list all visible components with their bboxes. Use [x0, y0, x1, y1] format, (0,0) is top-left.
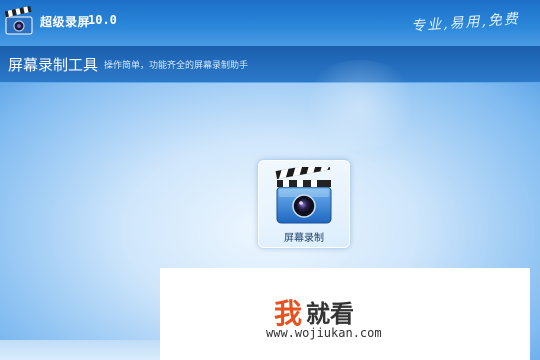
app-title: 超级录屏	[40, 15, 91, 29]
slogan: 专业,易用,免费	[410, 11, 521, 35]
title-bar[interactable]: 超级录屏 10.0 专业,易用,免费	[0, 0, 540, 46]
watermark-url: www.wojiukan.com	[266, 326, 382, 340]
section-header: 屏幕录制工具 操作简单，功能齐全的屏幕录制助手	[0, 46, 540, 83]
watermark-text: 就看	[306, 301, 354, 328]
clapperboard-camera-icon	[275, 167, 332, 224]
background-glow	[300, 60, 420, 150]
screen-record-label: 屏幕录制	[284, 233, 324, 244]
screen-record-button[interactable]: 屏幕录制	[258, 160, 350, 248]
clapperboard-logo-icon	[4, 6, 33, 35]
section-description: 操作简单，功能齐全的屏幕录制助手	[104, 60, 249, 70]
footer-strip	[0, 340, 160, 360]
watermark-overlay: 我 就看 www.wojiukan.com	[160, 268, 530, 360]
app-version: 10.0	[88, 13, 117, 27]
app-window: 超级录屏 10.0 专业,易用,免费 屏幕录制工具 操作简单，功能齐全的屏幕录制…	[0, 0, 540, 360]
section-title: 屏幕录制工具	[8, 57, 99, 74]
